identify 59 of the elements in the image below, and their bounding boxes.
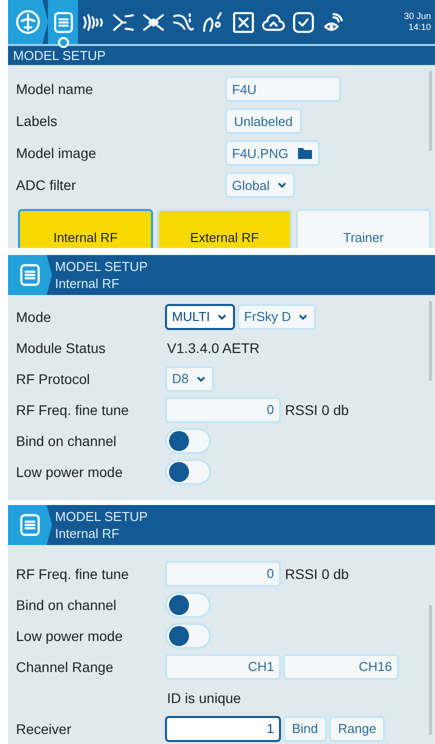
number-field[interactable]: 0 xyxy=(165,560,281,586)
field-label: ADC filter xyxy=(16,177,77,193)
dropdown[interactable]: MULTI xyxy=(165,304,236,330)
menu-button[interactable] xyxy=(8,255,52,295)
toggle-switch[interactable] xyxy=(165,592,211,618)
dropdown[interactable]: FrSky D xyxy=(237,304,316,330)
page-subtitle: Internal RF xyxy=(55,275,120,292)
button[interactable]: Unlabeled xyxy=(225,108,302,134)
page-title: MODEL SETUP xyxy=(13,48,106,63)
field-label: Low power mode xyxy=(16,464,124,480)
chevron-icon xyxy=(276,180,288,190)
field-label: Model image xyxy=(16,145,98,161)
status-text: RSSI 0 db xyxy=(285,402,349,418)
page-title: MODEL SETUP xyxy=(55,508,148,525)
field-label: RF Freq. fine tune xyxy=(16,402,130,418)
field-label: Model name xyxy=(16,81,94,97)
date-text: 30 Jun xyxy=(404,11,431,22)
page-title: MODEL SETUP xyxy=(55,258,148,275)
field-label: Module Status xyxy=(16,340,106,356)
folder-icon xyxy=(297,146,314,160)
dropdown[interactable]: D8 xyxy=(165,366,214,392)
number-field[interactable]: 0 xyxy=(165,396,281,422)
field-label: Mode xyxy=(16,308,52,324)
time-text: 14:10 xyxy=(408,22,431,33)
dot-indicator xyxy=(58,37,69,48)
field-label: Bind on channel xyxy=(16,596,118,612)
button[interactable]: Range xyxy=(329,716,386,742)
x-box-icon xyxy=(230,10,256,34)
check-box-icon xyxy=(290,10,316,34)
menu-button[interactable] xyxy=(8,505,52,545)
field-label: Channel Range xyxy=(16,658,114,674)
status-text: V1.3.4.0 AETR xyxy=(167,340,260,356)
field-label: RF Freq. fine tune xyxy=(16,566,130,582)
number-field[interactable]: CH16 xyxy=(283,654,399,680)
home-button[interactable] xyxy=(8,0,48,44)
field-label: Receiver xyxy=(16,720,72,736)
field-label: RF Protocol xyxy=(16,370,91,386)
toggle-switch[interactable] xyxy=(165,458,211,484)
field-label: Bind on channel xyxy=(16,432,118,448)
field-label: Low power mode xyxy=(16,628,124,644)
page-subtitle: Internal RF xyxy=(55,525,120,542)
module-tab[interactable]: Trainer xyxy=(296,209,431,248)
number-field[interactable]: 1 xyxy=(165,716,281,742)
toggle-switch[interactable] xyxy=(165,428,211,454)
text-field[interactable]: F4U xyxy=(225,76,341,102)
module-tab[interactable]: External RF xyxy=(157,209,292,248)
toggle-switch[interactable] xyxy=(165,622,211,648)
status-text: ID is unique xyxy=(167,690,241,706)
chevron-icon xyxy=(194,374,207,384)
dropdown[interactable]: Global xyxy=(225,172,295,198)
chevron-icon xyxy=(297,312,309,322)
module-tab[interactable]: Internal RF xyxy=(18,209,153,248)
file-picker[interactable]: F4U.PNG xyxy=(225,140,320,166)
number-field[interactable]: CH1 xyxy=(165,654,281,680)
button[interactable]: Bind xyxy=(283,716,328,742)
status-text: RSSI 0 db xyxy=(285,566,349,582)
chevron-icon xyxy=(216,312,228,322)
airplane-icon xyxy=(15,9,41,35)
field-label: Labels xyxy=(16,113,58,129)
